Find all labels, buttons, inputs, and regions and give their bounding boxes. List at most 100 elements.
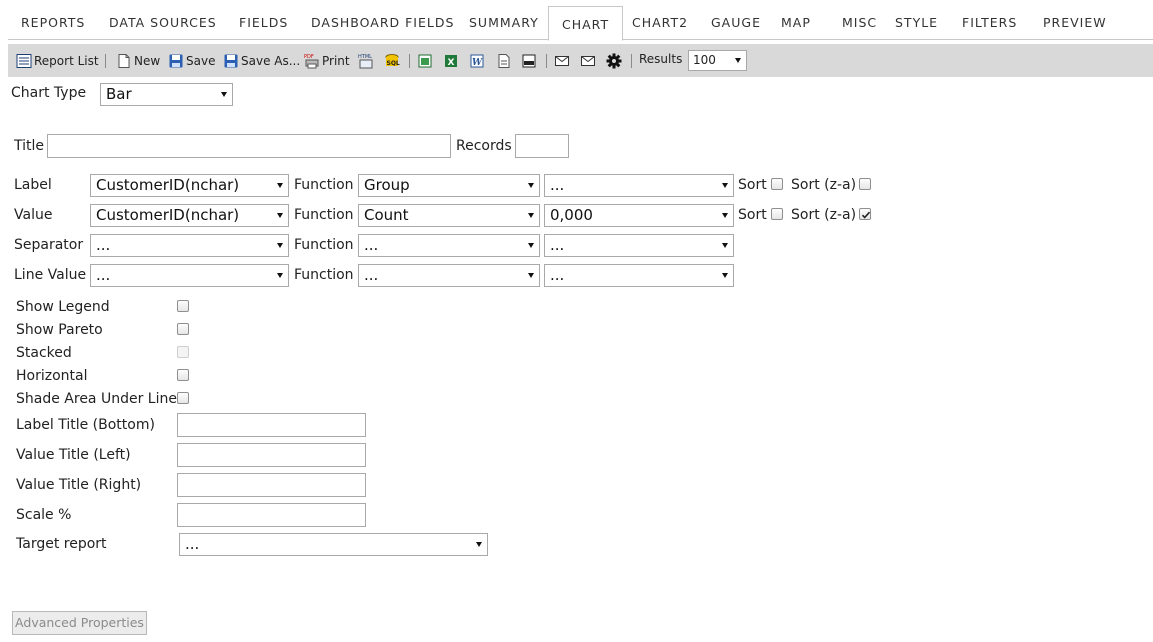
svg-text:W: W: [472, 58, 483, 68]
tab-dashboard-fields[interactable]: DASHBOARD FIELDS: [298, 6, 467, 40]
tab-chart[interactable]: CHART: [548, 6, 624, 41]
value-title-right-input[interactable]: [177, 473, 366, 497]
toolbar-divider: [105, 54, 106, 68]
toolbar-divider: [409, 54, 410, 68]
tab-gauge[interactable]: GAUGE: [698, 6, 774, 40]
line-value-field-select[interactable]: ...: [90, 264, 289, 287]
chevron-down-icon: [722, 183, 728, 188]
show-legend-checkbox[interactable]: [177, 300, 189, 312]
separator-format-select[interactable]: ...: [544, 234, 734, 257]
label-format-select[interactable]: ...: [544, 174, 734, 197]
show-legend-label: Show Legend: [16, 299, 110, 315]
sql-button[interactable]: SQL: [384, 51, 402, 70]
tab-chart2[interactable]: CHART2: [619, 6, 701, 40]
save-label: Save: [186, 53, 216, 68]
html-icon: HTML: [358, 54, 373, 68]
chevron-down-icon: [722, 273, 728, 278]
tab-map[interactable]: MAP: [768, 6, 824, 40]
save-button[interactable]: Save: [168, 51, 215, 70]
results-select[interactable]: 100: [688, 50, 747, 71]
report-list-button[interactable]: Report List: [16, 51, 99, 70]
horizontal-checkbox[interactable]: [177, 369, 189, 381]
show-pareto-checkbox[interactable]: [177, 323, 189, 335]
settings-button[interactable]: [606, 51, 624, 70]
label-function-select[interactable]: Group: [358, 174, 540, 197]
chart-type-label: Chart Type: [11, 85, 87, 101]
value-title-left-label: Value Title (Left): [16, 447, 131, 463]
value-sort-za-checkbox[interactable]: [859, 208, 871, 220]
email-schedule-button[interactable]: [580, 51, 598, 70]
value-sort-za-label: Sort (z-a): [791, 207, 857, 223]
chevron-down-icon: [277, 213, 283, 218]
tab-misc[interactable]: MISC: [829, 6, 890, 40]
floppy-disk-icon: [169, 54, 183, 67]
export-excel-button[interactable]: X: [443, 51, 461, 70]
value-sort-checkbox[interactable]: [771, 208, 783, 220]
list-icon: [16, 53, 32, 68]
advanced-properties-button[interactable]: Advanced Properties: [12, 611, 147, 635]
label-field-select[interactable]: CustomerID(nchar): [90, 174, 289, 197]
tab-summary[interactable]: SUMMARY: [456, 6, 552, 40]
chevron-down-icon: [528, 243, 534, 248]
line-value-function-label: Function: [294, 267, 354, 283]
label-function-label: Function: [294, 177, 354, 193]
chart-type-value: Bar: [106, 85, 132, 103]
tab-fields[interactable]: FIELDS: [226, 6, 301, 40]
value-field-select[interactable]: CustomerID(nchar): [90, 204, 289, 227]
title-label: Title: [14, 138, 45, 154]
label-sort-za-label: Sort (z-a): [791, 177, 857, 193]
label-title-bottom-input[interactable]: [177, 413, 366, 437]
stacked-checkbox[interactable]: [177, 346, 189, 358]
export-text-button[interactable]: [521, 51, 539, 70]
label-sort-checkbox[interactable]: [771, 178, 783, 190]
separator-row-label: Separator: [14, 237, 84, 253]
print-button[interactable]: PDF Print: [304, 51, 350, 70]
save-as-icon: [224, 54, 238, 67]
tab-reports[interactable]: REPORTS: [8, 6, 98, 40]
separator-field-select[interactable]: ...: [90, 234, 289, 257]
export-xml-button[interactable]: [496, 51, 514, 70]
line-value-format-select[interactable]: ...: [544, 264, 734, 287]
email-button[interactable]: [554, 51, 572, 70]
svg-text:HTML: HTML: [358, 54, 372, 60]
value-format-select[interactable]: 0,000: [544, 204, 734, 227]
scale-input[interactable]: [177, 503, 366, 527]
value-title-left-input[interactable]: [177, 443, 366, 467]
value-function-select[interactable]: Count: [358, 204, 540, 227]
save-as-button[interactable]: Save As...: [223, 51, 300, 70]
label-sort-za-checkbox[interactable]: [859, 178, 871, 190]
new-button[interactable]: New: [116, 51, 160, 70]
show-pareto-label: Show Pareto: [16, 322, 103, 338]
tab-data-sources[interactable]: DATA SOURCES: [96, 6, 230, 40]
word-icon: W: [470, 54, 484, 68]
toolbar-divider: [631, 54, 632, 68]
chevron-down-icon: [221, 92, 227, 97]
records-input[interactable]: [515, 134, 569, 158]
tab-style[interactable]: STYLE: [882, 6, 951, 40]
envelope-icon: [581, 55, 595, 66]
tab-filters[interactable]: FILTERS: [949, 6, 1030, 40]
pdf-print-icon: PDF: [304, 54, 319, 68]
horizontal-label: Horizontal: [16, 368, 88, 384]
chevron-down-icon: [476, 542, 482, 547]
export-csv-button[interactable]: [417, 51, 435, 70]
line-value-function-select[interactable]: ...: [358, 264, 540, 287]
checkmark-icon: [861, 211, 871, 219]
separator-function-select[interactable]: ...: [358, 234, 540, 257]
svg-text:PDF: PDF: [304, 54, 314, 60]
gear-icon: [606, 53, 622, 68]
chart-type-select[interactable]: Bar: [100, 83, 233, 106]
chevron-down-icon: [277, 183, 283, 188]
target-report-select[interactable]: ...: [179, 533, 488, 556]
sql-icon: SQL: [385, 53, 400, 67]
shade-area-label: Shade Area Under Line: [16, 391, 177, 407]
report-list-label: Report List: [34, 53, 99, 68]
export-html-button[interactable]: HTML: [358, 51, 376, 70]
shade-area-checkbox[interactable]: [177, 392, 189, 404]
title-input[interactable]: [47, 134, 451, 158]
export-word-button[interactable]: W: [469, 51, 487, 70]
chevron-down-icon: [528, 213, 534, 218]
value-function-label: Function: [294, 207, 354, 223]
results-label: Results: [639, 52, 683, 66]
tab-preview[interactable]: PREVIEW: [1030, 6, 1120, 40]
